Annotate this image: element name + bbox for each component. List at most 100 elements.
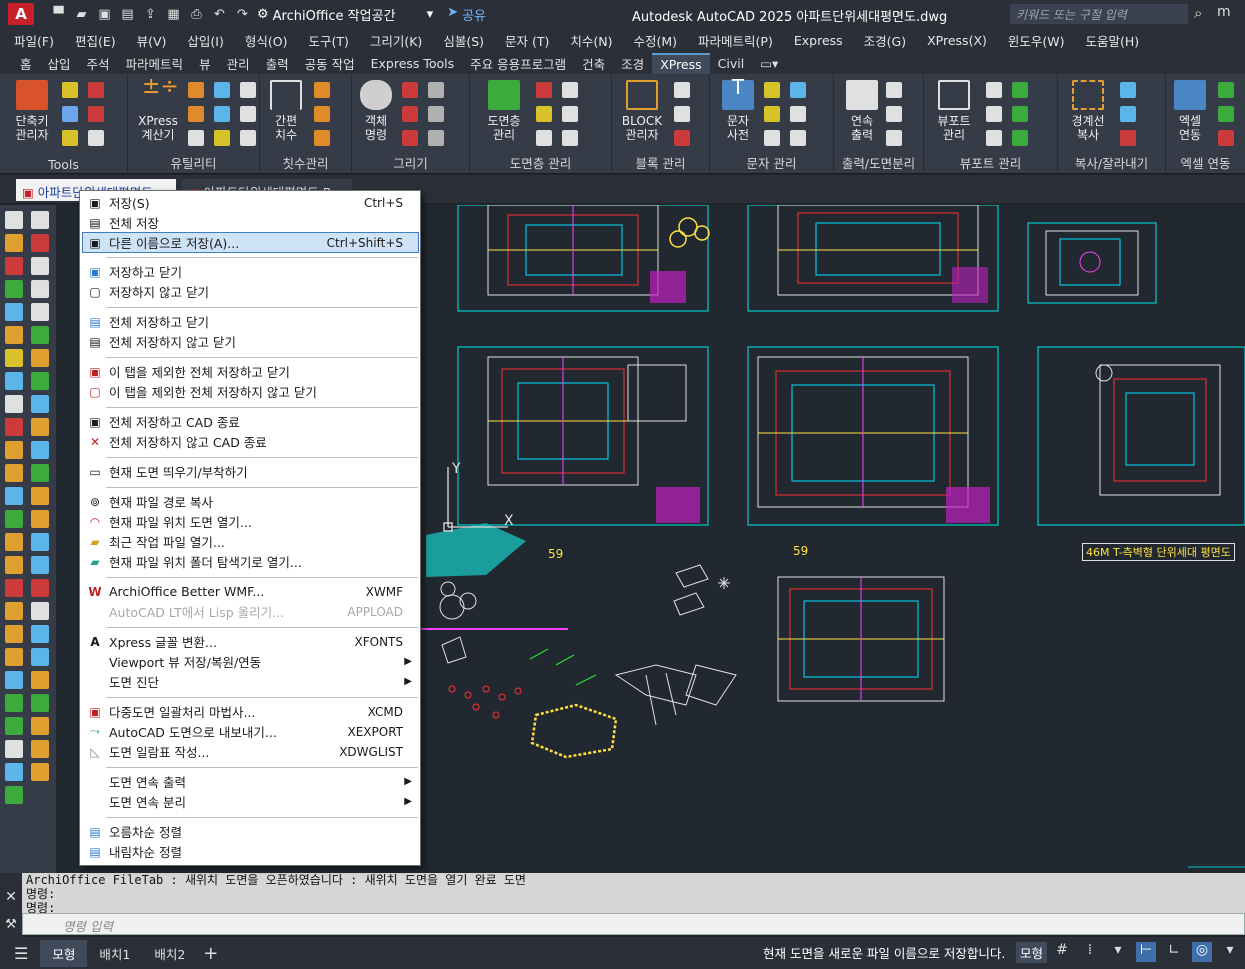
tool-icon[interactable]: [674, 106, 690, 122]
xpress-calculator-button[interactable]: ±÷ XPress 계산기: [134, 76, 182, 143]
tool-icon[interactable]: [31, 234, 49, 252]
menu-modify[interactable]: 수정(M): [634, 31, 678, 50]
tool-icon[interactable]: [562, 106, 578, 122]
tab-landscape[interactable]: 조경: [613, 52, 652, 75]
tool-icon[interactable]: [986, 130, 1002, 146]
save-icon[interactable]: ▣: [96, 6, 113, 23]
menu-item-batch-plot[interactable]: 도면 연속 출력 ▶: [83, 772, 418, 791]
tool-icon[interactable]: [790, 106, 806, 122]
tool-icon[interactable]: [5, 717, 23, 735]
tab-collaborate[interactable]: 공동 작업: [297, 52, 363, 75]
tool-icon[interactable]: [31, 533, 49, 551]
tab-layout1[interactable]: 배치1: [87, 940, 142, 967]
tool-icon[interactable]: [428, 82, 444, 98]
tool-icon[interactable]: [536, 130, 552, 146]
tool-icon[interactable]: [886, 106, 902, 122]
save-as-icon[interactable]: ▤: [119, 6, 136, 23]
tool-icon[interactable]: [240, 106, 256, 122]
excel-link-button[interactable]: 엑셀 연동: [1166, 80, 1214, 142]
tool-icon[interactable]: [31, 280, 49, 298]
tool-icon[interactable]: [31, 602, 49, 620]
menu-format[interactable]: 형식(O): [245, 31, 288, 50]
tool-icon[interactable]: [31, 763, 49, 781]
menu-view[interactable]: 뷰(V): [137, 31, 167, 50]
tool-icon[interactable]: [562, 82, 578, 98]
viewport-manager-button[interactable]: 뷰포트 관리: [930, 80, 978, 142]
menu-draw[interactable]: 그리기(K): [370, 31, 422, 50]
tool-icon[interactable]: [5, 556, 23, 574]
menu-landscape[interactable]: 조경(G): [864, 31, 906, 50]
menu-window[interactable]: 윈도우(W): [1008, 31, 1065, 50]
tab-annotate[interactable]: 주석: [79, 52, 118, 75]
tool-icon[interactable]: [1120, 130, 1136, 146]
tool-icon[interactable]: [214, 106, 230, 122]
tool-icon[interactable]: [31, 441, 49, 459]
tool-icon[interactable]: [188, 130, 204, 146]
tool-icon[interactable]: [790, 130, 806, 146]
menu-item-exit-nosave[interactable]: ✕ 전체 저장하지 않고 CAD 종료: [83, 432, 418, 451]
tool-icon[interactable]: [764, 106, 780, 122]
menu-item-batch-wizard[interactable]: ▣ 다중도면 일괄처리 마법사... XCMD: [83, 702, 418, 721]
tab-parametric[interactable]: 파라메트릭: [118, 52, 192, 75]
tool-icon[interactable]: [88, 106, 104, 122]
menu-item-drawing-list[interactable]: ◺ 도면 일람표 작성... XDWGLIST: [83, 742, 418, 761]
tool-icon[interactable]: [31, 579, 49, 597]
tool-icon[interactable]: [1218, 106, 1234, 122]
tool-icon[interactable]: [188, 82, 204, 98]
boundary-copy-button[interactable]: 경계선 복사: [1064, 80, 1112, 142]
tool-icon[interactable]: [5, 648, 23, 666]
tool-icon[interactable]: [5, 211, 23, 229]
new-file-icon[interactable]: ▀: [50, 6, 67, 23]
tool-icon[interactable]: [214, 82, 230, 98]
menu-edit[interactable]: 편집(E): [75, 31, 116, 50]
snap-icon[interactable]: ⁞: [1080, 942, 1100, 962]
grid-icon[interactable]: #: [1052, 942, 1072, 962]
menu-parametric[interactable]: 파라메트릭(P): [698, 31, 773, 50]
menu-text[interactable]: 문자 (T): [505, 31, 549, 50]
tool-icon[interactable]: [31, 395, 49, 413]
wrench-icon[interactable]: ⚒: [0, 917, 22, 932]
tool-icon[interactable]: [31, 717, 49, 735]
tab-output[interactable]: 출력: [258, 52, 297, 75]
tool-icon[interactable]: [240, 130, 256, 146]
app-logo[interactable]: A: [8, 3, 34, 25]
tool-icon[interactable]: [31, 671, 49, 689]
open-folder-icon[interactable]: ▰: [73, 6, 90, 23]
tool-icon[interactable]: [314, 106, 330, 122]
menu-item-save-close[interactable]: ▣ 저장하고 닫기: [83, 262, 418, 281]
tab-architecture[interactable]: 건축: [574, 52, 613, 75]
tool-icon[interactable]: [674, 82, 690, 98]
menu-item-lisp-load[interactable]: AutoCAD LT에서 Lisp 올리기... APPLOAD: [83, 602, 418, 621]
tool-icon[interactable]: [1120, 82, 1136, 98]
shortcut-manager-button[interactable]: 단축키 관리자: [8, 80, 56, 142]
tool-icon[interactable]: [764, 82, 780, 98]
tool-icon[interactable]: [5, 671, 23, 689]
menu-item-folder-explorer[interactable]: ▰ 현재 파일 위치 폴더 탐색기로 열기...: [83, 552, 418, 571]
tool-icon[interactable]: [886, 130, 902, 146]
tool-icon[interactable]: [88, 130, 104, 146]
tool-icon[interactable]: [886, 82, 902, 98]
tool-icon[interactable]: [314, 130, 330, 146]
tool-icon[interactable]: [5, 441, 23, 459]
user-icon[interactable]: m: [1217, 4, 1231, 20]
tool-icon[interactable]: [5, 740, 23, 758]
tool-icon[interactable]: [5, 625, 23, 643]
tool-icon[interactable]: [986, 82, 1002, 98]
object-command-button[interactable]: 객체 명령: [352, 80, 400, 142]
tool-icon[interactable]: [402, 130, 418, 146]
tool-icon[interactable]: [5, 786, 23, 804]
tool-icon[interactable]: [5, 602, 23, 620]
menu-item-save-exit[interactable]: ▣ 전체 저장하고 CAD 종료: [83, 412, 418, 431]
menu-xpress[interactable]: XPress(X): [927, 33, 987, 48]
tool-icon[interactable]: [5, 694, 23, 712]
redo-icon[interactable]: ↷: [234, 6, 251, 23]
undo-icon[interactable]: ↶: [211, 6, 228, 23]
menu-express[interactable]: Express: [794, 33, 843, 48]
add-layout-icon[interactable]: +: [203, 943, 218, 964]
menu-item-sort-asc[interactable]: ▤ 오름차순 정렬: [83, 822, 418, 841]
tool-icon[interactable]: [790, 82, 806, 98]
tool-icon[interactable]: [1012, 130, 1028, 146]
ortho-icon[interactable]: ∟: [1164, 942, 1184, 962]
tool-icon[interactable]: [5, 372, 23, 390]
tool-icon[interactable]: [5, 418, 23, 436]
